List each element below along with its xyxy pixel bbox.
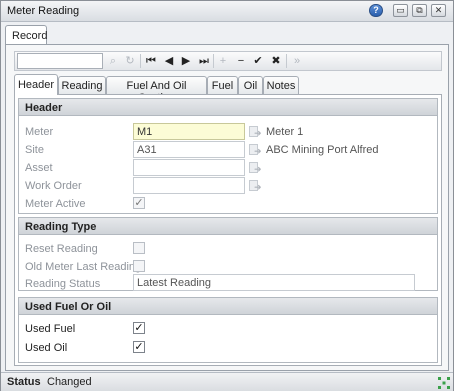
meter-field[interactable] xyxy=(133,123,245,140)
tab-reading[interactable]: Reading xyxy=(58,76,106,94)
first-record-icon[interactable]: ⏮ xyxy=(143,53,159,69)
restore-icon[interactable]: ⧉ xyxy=(412,4,427,17)
title-bar[interactable]: Meter Reading ? ▭ ⧉ ✕ xyxy=(1,1,453,22)
section-title: Header xyxy=(19,99,437,116)
tab-fuel-and-oil-costing[interactable]: Fuel And Oil Costing xyxy=(106,76,207,104)
section-title: Reading Type xyxy=(19,218,437,235)
meter-reading-window: Meter Reading ? ▭ ⧉ ✕ Record ⌕ ↻ ⏮ ◀ ▶ ⏭… xyxy=(0,0,454,391)
record-toolbar: ⌕ ↻ ⏮ ◀ ▶ ⏭ + − ✔ ✖ » xyxy=(14,51,442,71)
help-icon[interactable]: ? xyxy=(369,4,383,17)
site-description: ABC Mining Port Alfred xyxy=(266,144,379,156)
reading-type-section: Reading Type Reset Reading Old Meter Las… xyxy=(18,217,438,291)
used-oil-label: Used Oil xyxy=(25,342,68,354)
record-panel: ⌕ ↻ ⏮ ◀ ▶ ⏭ + − ✔ ✖ » Header Reading Fue… xyxy=(5,44,449,371)
search-input[interactable] xyxy=(17,53,103,69)
old-meter-last-reading-checkbox[interactable] xyxy=(133,260,145,272)
toolbar-divider xyxy=(213,54,214,68)
more-icon[interactable]: » xyxy=(289,53,305,69)
reading-status-field[interactable] xyxy=(133,274,415,291)
tab-notes[interactable]: Notes xyxy=(263,76,299,94)
header-section: Header Meter ➜ Meter 1 Site ➜ ABC Mining… xyxy=(18,98,438,214)
used-fuel-label: Used Fuel xyxy=(25,323,76,335)
site-field[interactable] xyxy=(133,141,245,158)
tab-header[interactable]: Header xyxy=(14,74,58,95)
header-tab-panel: Header Meter ➜ Meter 1 Site ➜ ABC Mining… xyxy=(14,94,442,366)
meter-active-checkbox[interactable]: ✓ xyxy=(133,197,145,209)
status-bar: Status Changed xyxy=(1,372,453,391)
search-icon[interactable]: ⌕ xyxy=(105,53,121,69)
meter-lookup-icon[interactable]: ➜ xyxy=(249,125,262,138)
previous-record-icon[interactable]: ◀ xyxy=(161,53,177,69)
meter-label: Meter xyxy=(25,126,54,138)
reading-status-label: Reading Status xyxy=(25,278,101,290)
status-value: Changed xyxy=(47,376,92,388)
work-order-field[interactable] xyxy=(133,177,245,194)
site-lookup-icon[interactable]: ➜ xyxy=(249,143,262,156)
work-order-label: Work Order xyxy=(25,180,82,192)
toolbar-divider xyxy=(286,54,287,68)
minimize-icon[interactable]: ▭ xyxy=(393,4,408,17)
remove-icon[interactable]: − xyxy=(233,53,249,69)
save-icon[interactable]: ✔ xyxy=(250,53,266,69)
work-order-lookup-icon[interactable]: ➜ xyxy=(249,179,262,192)
window-title: Meter Reading xyxy=(7,5,80,17)
site-label: Site xyxy=(25,144,44,156)
section-title: Used Fuel Or Oil xyxy=(19,298,437,315)
used-fuel-or-oil-section: Used Fuel Or Oil Used Fuel ✓ Used Oil ✓ xyxy=(18,297,438,363)
reset-reading-label: Reset Reading xyxy=(25,243,98,255)
tab-record[interactable]: Record xyxy=(5,25,47,44)
refresh-icon[interactable]: ↻ xyxy=(122,53,138,69)
meter-description: Meter 1 xyxy=(266,126,304,138)
tab-oil[interactable]: Oil xyxy=(238,76,263,94)
meter-active-label: Meter Active xyxy=(25,198,86,210)
add-icon[interactable]: + xyxy=(215,53,231,69)
toolbar-divider xyxy=(140,54,141,68)
old-meter-last-reading-label: Old Meter Last Reading xyxy=(25,261,142,273)
next-record-icon[interactable]: ▶ xyxy=(178,53,194,69)
asset-lookup-icon[interactable]: ➜ xyxy=(249,161,262,174)
status-label: Status xyxy=(7,376,41,388)
resize-grip-icon[interactable] xyxy=(437,376,451,390)
close-icon[interactable]: ✕ xyxy=(431,4,446,17)
used-fuel-checkbox[interactable]: ✓ xyxy=(133,322,145,334)
last-record-icon[interactable]: ⏭ xyxy=(196,53,212,69)
used-oil-checkbox[interactable]: ✓ xyxy=(133,341,145,353)
cancel-icon[interactable]: ✖ xyxy=(268,53,284,69)
asset-label: Asset xyxy=(25,162,53,174)
reset-reading-checkbox[interactable] xyxy=(133,242,145,254)
tab-fuel[interactable]: Fuel xyxy=(207,76,238,94)
asset-field[interactable] xyxy=(133,159,245,176)
